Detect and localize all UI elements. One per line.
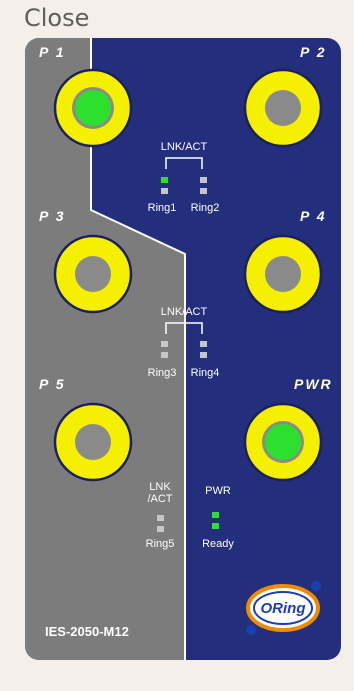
lnk-act-label-top: LNK/ACT bbox=[160, 141, 208, 153]
port-label-p5: P 5 bbox=[39, 376, 66, 392]
led-lnk-ring5 bbox=[157, 515, 164, 521]
led-act-ring4 bbox=[200, 352, 207, 358]
port-p2[interactable] bbox=[243, 68, 323, 148]
led-lnk-ring3 bbox=[161, 341, 168, 347]
led-ready bbox=[212, 523, 219, 529]
ready-label: Ready bbox=[202, 538, 234, 550]
led-act-ring3 bbox=[161, 352, 168, 358]
led-act-ring2 bbox=[200, 188, 207, 194]
port-label-p4: P 4 bbox=[300, 208, 327, 224]
lnk-act-bracket-top bbox=[165, 157, 203, 169]
led-pwr bbox=[212, 512, 219, 518]
port-p3[interactable] bbox=[53, 234, 133, 314]
brand-logo: ORing bbox=[245, 579, 321, 637]
lnk-act-label-bottom-line1: LNK bbox=[149, 481, 171, 493]
close-link[interactable]: Close bbox=[24, 4, 89, 32]
led-lnk-ring4 bbox=[200, 341, 207, 347]
port-p5[interactable] bbox=[53, 402, 133, 482]
port-label-pwr: PWR bbox=[294, 376, 333, 392]
port-pwr[interactable] bbox=[243, 402, 323, 482]
panel-graphic bbox=[25, 38, 323, 660]
port-p1[interactable] bbox=[53, 68, 133, 148]
lnk-act-label-mid: LNK/ACT bbox=[160, 306, 208, 318]
port-label-p3: P 3 bbox=[39, 208, 66, 224]
led-act-ring5 bbox=[157, 526, 164, 532]
pwr-label: PWR bbox=[205, 485, 231, 497]
model-label: IES-2050-M12 bbox=[45, 624, 129, 639]
ring4-label: Ring4 bbox=[190, 367, 220, 379]
lnk-act-label-bottom-line2: /ACT bbox=[147, 493, 173, 505]
port-label-p1: P 1 bbox=[39, 44, 66, 60]
led-lnk-ring1 bbox=[161, 177, 168, 183]
port-p4[interactable] bbox=[243, 234, 323, 314]
port-label-p2: P 2 bbox=[300, 44, 327, 60]
led-lnk-ring2 bbox=[200, 177, 207, 183]
ring2-label: Ring2 bbox=[190, 202, 220, 214]
switch-front-panel: P 1 P 2 P 3 P 4 P 5 PWR LNK/ACT LNK/ACT … bbox=[25, 38, 341, 660]
brand-logo-text: ORing bbox=[260, 599, 306, 617]
ring5-label: Ring5 bbox=[145, 538, 175, 550]
led-act-ring1 bbox=[161, 188, 168, 194]
